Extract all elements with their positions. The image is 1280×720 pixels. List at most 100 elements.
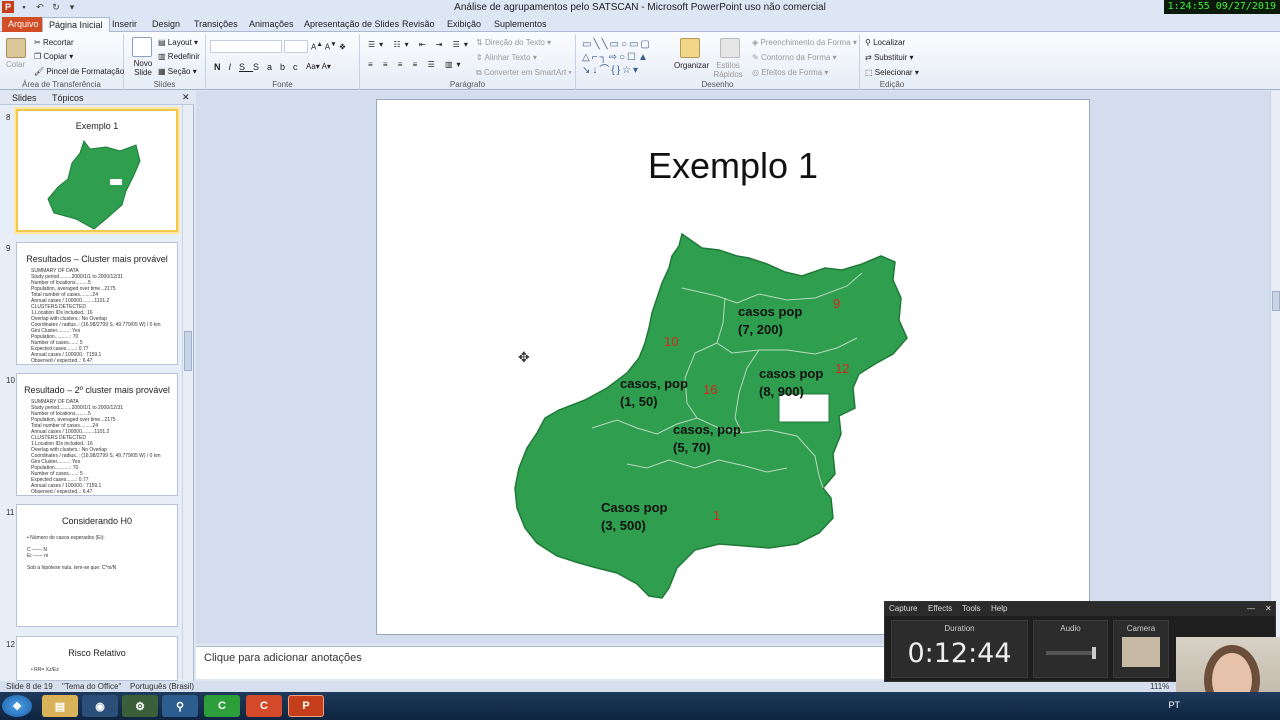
new-slide-button[interactable]: Novo Slide	[128, 59, 158, 77]
current-slide[interactable]: Exemplo 1 casos pop (7, 200) 9 10 12 cas…	[376, 99, 1090, 635]
menu-tools[interactable]: Tools	[962, 604, 981, 613]
region-1-label-1: Casos pop	[601, 500, 668, 515]
tab-animations[interactable]: Animações	[243, 17, 300, 32]
group-font: A▲ A▼ ❖ NISSabc Aa▾ A▾ Fonte	[206, 34, 360, 90]
shape-effects-button[interactable]: ◎ Efeitos de Forma ▾	[752, 68, 828, 77]
thumbnail-body: SUMMARY OF DATA Study period.........200…	[31, 399, 161, 495]
slide-scrollbar[interactable]	[1270, 91, 1280, 681]
reset-button[interactable]: ▥ Redefinir	[158, 52, 200, 61]
text-direction-icon: ⇅	[476, 38, 483, 47]
font-size-input[interactable]	[284, 40, 308, 53]
replace-button[interactable]: ⇄ Substituir ▾	[865, 53, 914, 62]
tab-insert[interactable]: Inserir	[106, 17, 143, 32]
chrome-icon[interactable]: ◉	[82, 695, 118, 717]
close-pane-icon[interactable]: ✕	[182, 92, 190, 103]
select-button[interactable]: ⬚ Selecionar ▾	[865, 68, 919, 77]
menu-capture[interactable]: Capture	[889, 604, 917, 613]
scrollbar-thumb[interactable]	[184, 331, 192, 371]
shape-fill-button[interactable]: ◈ Preenchimento da Forma ▾	[752, 38, 857, 47]
font-color-buttons[interactable]: Aa▾ A▾	[306, 62, 331, 71]
audio-slider-thumb[interactable]	[1092, 647, 1096, 659]
search-app-icon[interactable]: ⚲	[162, 695, 198, 717]
cut-button[interactable]: ✂ Recortar	[34, 38, 74, 47]
slide-title[interactable]: Exemplo 1	[377, 145, 1089, 187]
close-icon[interactable]: ✕	[1265, 604, 1272, 613]
slide-thumbnail-9[interactable]: Resultados – Cluster mais provável SUMMA…	[16, 242, 178, 365]
windows-start-icon[interactable]: ❖	[2, 695, 32, 717]
paste-button[interactable]: Colar	[6, 60, 25, 69]
tab-review[interactable]: Revisão	[396, 17, 441, 32]
duration-label: Duration	[944, 624, 975, 633]
menu-effects[interactable]: Effects	[928, 604, 952, 613]
thumbnail-title: Resultados – Cluster mais provável	[26, 254, 168, 264]
minimize-icon[interactable]: —	[1247, 604, 1255, 613]
section-button[interactable]: ▦ Seção ▾	[158, 67, 197, 76]
arrange-icon[interactable]	[680, 38, 700, 58]
binoculars-icon: ⚲	[865, 38, 871, 47]
camera-box[interactable]: Camera	[1113, 620, 1169, 678]
theme-name[interactable]: "Tema do Office"	[62, 682, 121, 691]
new-slide-icon[interactable]	[132, 37, 152, 57]
thumbnail-title: Risco Relativo	[68, 648, 126, 658]
tab-slideshow[interactable]: Apresentação de Slides	[298, 17, 405, 32]
slide-count: Slide 8 de 19	[6, 682, 53, 691]
font-style-buttons[interactable]: NISSabc	[214, 62, 306, 72]
thumbnail-body: • RR= Xz/Ez	[31, 667, 59, 673]
notes-placeholder[interactable]: Clique para adicionar anotações	[204, 652, 362, 664]
tab-view[interactable]: Exibição	[441, 17, 487, 32]
slides-pane-scrollbar[interactable]	[182, 105, 192, 679]
font-size-buttons[interactable]: A▲ A▼ ❖	[311, 41, 346, 52]
app-icon[interactable]: ⚙	[122, 695, 158, 717]
smartart-button[interactable]: ⧉ Converter em SmartArt ▾	[476, 68, 572, 78]
audio-box[interactable]: Audio	[1033, 620, 1108, 678]
camtasia-recorder-icon[interactable]: C	[246, 695, 282, 717]
tab-transitions[interactable]: Transições	[188, 17, 244, 32]
tab-design[interactable]: Design	[146, 17, 186, 32]
slide-number: 8	[6, 113, 11, 122]
region-16-label-1: casos, pop	[620, 376, 688, 391]
group-label-editing: Edição	[879, 80, 905, 89]
language[interactable]: Português (Brasil)	[130, 682, 194, 691]
slide-thumbnail-12[interactable]: Risco Relativo • RR= Xz/Ez	[16, 636, 178, 681]
language-indicator[interactable]: PT	[1168, 700, 1180, 710]
zoom-level[interactable]: 111%	[1150, 682, 1169, 691]
scrollbar-thumb[interactable]	[1272, 291, 1280, 311]
text-direction-button[interactable]: ⇅ Direção do Texto ▾	[476, 38, 551, 47]
list-buttons[interactable]: ☰▾ ☷▾ ⇤ ⇥ ☰▾	[368, 40, 472, 49]
copy-button[interactable]: ❐ Copiar ▾	[34, 52, 73, 61]
camtasia-icon[interactable]: C	[204, 695, 240, 717]
align-text-button[interactable]: ⇕ Alinhar Texto ▾	[476, 53, 537, 62]
slide-thumbnail-10[interactable]: Resultado – 2º cluster mais provável SUM…	[16, 373, 178, 496]
slides-pane: Slides Tópicos ✕ 8 Exemplo 1 9 Resultado…	[0, 91, 194, 681]
powerpoint-taskbar-icon[interactable]: P	[288, 695, 324, 717]
quick-styles-icon[interactable]	[720, 38, 740, 58]
tab-home[interactable]: Página Inicial	[42, 17, 110, 32]
format-painter-button[interactable]: 🖌 Pincel de Formatação	[34, 67, 124, 76]
menu-help[interactable]: Help	[991, 604, 1007, 613]
arrange-button[interactable]: Organizar	[674, 61, 709, 70]
brush-icon: 🖌	[34, 67, 45, 76]
layout-button[interactable]: ▤ Layout ▾	[158, 38, 198, 47]
region-map[interactable]: casos pop (7, 200) 9 10 12 casos pop (8,…	[497, 228, 917, 608]
layout-icon: ▤	[158, 38, 166, 47]
tab-slides[interactable]: Slides	[12, 93, 37, 103]
align-buttons[interactable]: ≡ ≡ ≡ ≡ ☰ ▥▾	[368, 60, 465, 69]
duration-box: Duration 0:12:44	[891, 620, 1028, 678]
thumbnail-title: Resultado – 2º cluster mais provável	[24, 385, 170, 395]
tab-file[interactable]: Arquivo	[2, 17, 45, 32]
copy-icon: ❐	[34, 52, 42, 61]
tab-outline[interactable]: Tópicos	[52, 93, 84, 103]
slide-thumbnail-8[interactable]: Exemplo 1	[14, 107, 180, 234]
paste-icon[interactable]	[6, 38, 26, 58]
slide-number: 9	[6, 244, 11, 253]
shape-outline-button[interactable]: ✎ Contorno da Forma ▾	[752, 53, 837, 62]
quick-styles-button[interactable]: Estilos Rápidos	[710, 61, 746, 79]
font-name-input[interactable]	[210, 40, 282, 53]
find-button[interactable]: ⚲ Localizar	[865, 38, 905, 47]
replace-icon: ⇄	[865, 53, 872, 62]
notes-pane[interactable]: Clique para adicionar anotações	[196, 646, 886, 679]
shapes-gallery[interactable]: ▭╲╲▭○▭▢ △⌐┐⇨○☐▲ ↘↓⌒{}☆▾	[582, 38, 668, 77]
explorer-icon[interactable]: ▤	[42, 695, 78, 717]
tab-addins[interactable]: Suplementos	[488, 17, 553, 32]
slide-thumbnail-11[interactable]: Considerando H0 • Número de casos espera…	[16, 504, 178, 627]
